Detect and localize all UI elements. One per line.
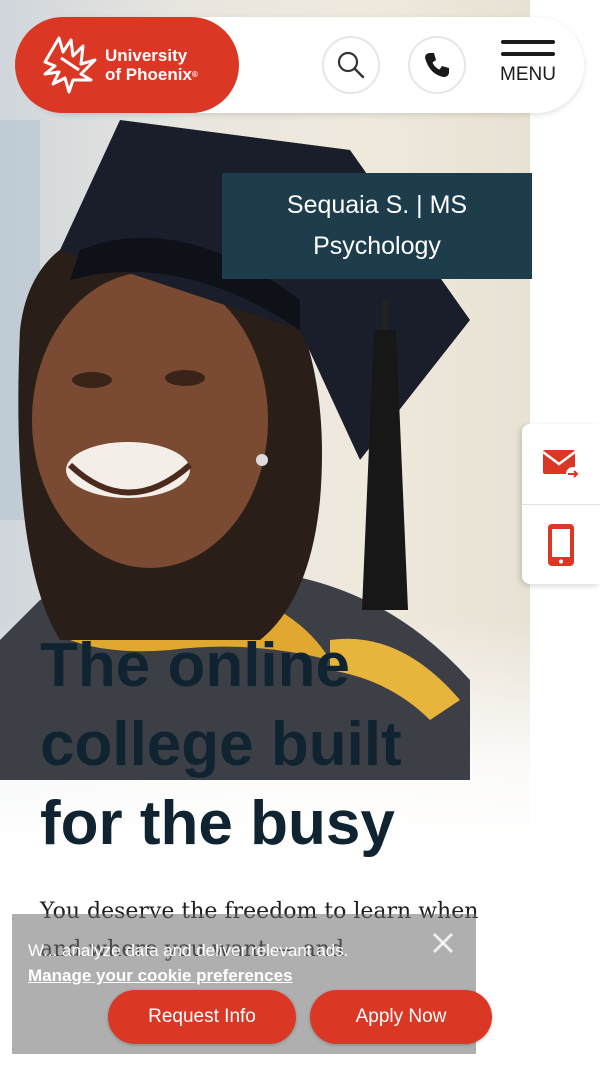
search-icon	[337, 51, 365, 79]
menu-button[interactable]: MENU	[496, 40, 560, 100]
menu-label: MENU	[500, 64, 556, 85]
university-logo[interactable]: University of Phoenix®	[15, 17, 239, 113]
close-icon[interactable]	[428, 928, 458, 958]
caption-line-2: Psychology	[313, 232, 441, 260]
headline-line-3: for the busy	[40, 789, 395, 858]
mobile-phone-icon	[548, 524, 574, 566]
apply-now-button[interactable]: Apply Now	[310, 990, 492, 1044]
request-info-button[interactable]: Request Info	[108, 990, 296, 1044]
headline-line-1: The online	[40, 631, 350, 700]
registered-mark: ®	[191, 70, 198, 79]
headline-line-2: college built	[40, 710, 402, 779]
side-contact-tabs	[522, 424, 600, 584]
mobile-tab[interactable]	[522, 504, 600, 585]
phone-icon	[425, 53, 449, 77]
email-icon	[542, 450, 580, 481]
caption-line-1: Sequaia S. | MS	[286, 191, 468, 219]
phoenix-logo-icon	[43, 36, 97, 94]
search-button[interactable]	[322, 36, 380, 94]
email-tab[interactable]	[522, 424, 600, 504]
hero-headline: The online college built for the busy	[40, 626, 510, 863]
cookie-preferences-link[interactable]: Manage your cookie preferences	[28, 966, 293, 986]
phone-button[interactable]	[408, 36, 466, 94]
hamburger-icon	[501, 40, 555, 44]
cookie-text: W... analyze data and deliver relevant a…	[28, 941, 349, 960]
logo-line-2: of Phoenix®	[105, 65, 198, 84]
logo-line-1: University	[105, 46, 188, 65]
hamburger-icon-line	[501, 52, 555, 56]
student-caption: Sequaia S. | MS Psychology	[222, 173, 532, 279]
